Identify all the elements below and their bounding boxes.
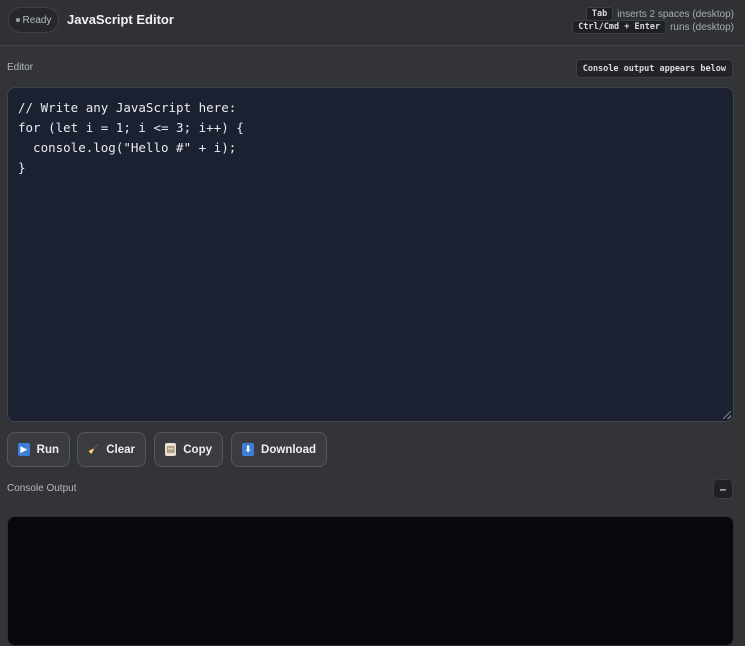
run-hint: Ctrl/Cmd + Enter runs (desktop) <box>572 20 734 34</box>
run-shortcut-key: Ctrl/Cmd + Enter <box>572 20 667 34</box>
clipboard-icon: ▤ <box>165 443 177 456</box>
download-arrow-icon: ⬇ <box>242 443 255 456</box>
code-line[interactable]: // Write any JavaScript here: <box>18 98 723 118</box>
run-button[interactable]: ▶ Run <box>7 432 70 467</box>
code-line[interactable]: } <box>18 158 723 178</box>
status-dot-icon <box>15 18 20 22</box>
collapse-console-button[interactable]: – <box>713 479 733 499</box>
run-hint-text: runs (desktop) <box>670 21 734 33</box>
code-editor[interactable]: // Write any JavaScript here: for (let i… <box>7 87 734 422</box>
download-button[interactable]: ⬇ Download <box>231 432 327 467</box>
clear-button-label: Clear <box>106 443 135 456</box>
console-output <box>7 516 734 646</box>
tab-hint: Tab inserts 2 spaces (desktop) <box>585 7 734 21</box>
play-icon: ▶ <box>18 443 30 456</box>
tab-hint-text: inserts 2 spaces (desktop) <box>617 8 734 20</box>
copy-button[interactable]: ▤ Copy <box>154 432 223 467</box>
copy-button-label: Copy <box>183 443 212 456</box>
editor-label: Editor <box>7 62 34 73</box>
broom-icon: 🧹 <box>88 444 100 454</box>
top-bar: Ready JavaScript Editor Tab inserts 2 sp… <box>0 0 745 46</box>
console-hint-tag: Console output appears below <box>575 59 733 78</box>
clear-button[interactable]: 🧹 Clear <box>77 432 146 467</box>
download-button-label: Download <box>261 443 316 456</box>
run-button-label: Run <box>36 443 59 456</box>
console-label: Console Output <box>7 483 77 494</box>
tab-key: Tab <box>585 7 614 21</box>
status-badge: Ready <box>8 7 59 33</box>
status-text: Ready <box>22 14 52 26</box>
page-title: JavaScript Editor <box>67 12 174 27</box>
resize-handle-icon[interactable] <box>723 411 731 419</box>
code-line[interactable]: console.log("Hello #" + i); <box>18 138 723 158</box>
code-line[interactable]: for (let i = 1; i <= 3; i++) { <box>18 118 723 138</box>
